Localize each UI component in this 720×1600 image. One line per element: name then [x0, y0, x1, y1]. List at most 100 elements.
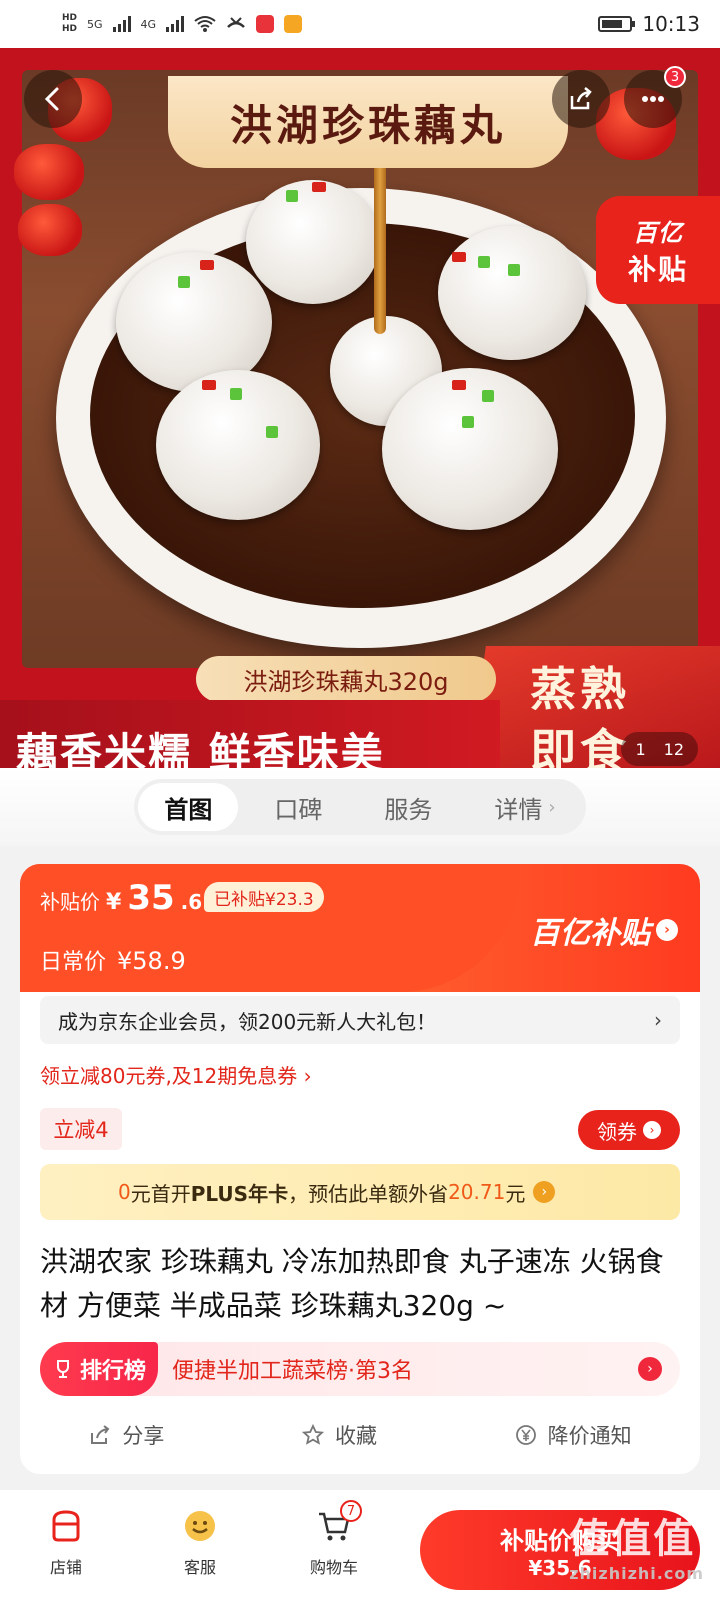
- plus-unit: 元: [505, 1181, 526, 1206]
- subsidy-stamp-line1: 百亿: [633, 218, 683, 247]
- battery-icon: [598, 16, 636, 32]
- price-alert-label: 降价通知: [547, 1424, 632, 1448]
- steam-line1: 蒸熟: [530, 662, 630, 716]
- plus-card-label: PLUS年卡: [190, 1181, 289, 1206]
- chevron-right-icon: ›: [638, 1357, 662, 1381]
- signal-icon-2: [166, 16, 185, 32]
- lantern-decoration: [14, 144, 84, 200]
- ranking-text: 便捷半加工蔬菜榜·第3名: [172, 1359, 414, 1384]
- app-notification-icon: [256, 15, 275, 33]
- cart-label: 购物车: [309, 1558, 358, 1577]
- plus-prefix: 0: [118, 1180, 131, 1204]
- subsidy-price-label: 补贴价: [40, 890, 100, 914]
- tab-reviews[interactable]: 口碑: [248, 783, 348, 831]
- get-coupon-label: 领券: [597, 1119, 637, 1144]
- wifi-icon: [194, 16, 216, 32]
- trophy-icon: [57, 1360, 69, 1378]
- more-dots-icon: [642, 96, 664, 102]
- store-label: 店铺: [49, 1558, 82, 1577]
- share-label: 分享: [122, 1424, 165, 1448]
- tab-group: 首图 口碑 服务 详情 ›: [134, 779, 586, 835]
- image-pager: 1 12: [621, 732, 698, 766]
- section-tabs: 首图 口碑 服务 详情 ›: [0, 768, 720, 846]
- weight-tag: 洪湖珍珠藕丸320g: [196, 656, 496, 702]
- customer-service-icon: [185, 1511, 215, 1541]
- chevron-right-icon: ›: [533, 1181, 556, 1203]
- watermark-text: 值值值: [569, 1516, 696, 1562]
- chevron-right-icon: ›: [654, 1008, 662, 1032]
- tab-label: 服务: [384, 795, 433, 824]
- chevron-right-icon: ›: [548, 796, 556, 818]
- pager-total: 12: [663, 739, 684, 759]
- cart-button[interactable]: 购物车 7: [284, 1500, 384, 1578]
- steam-line2: 即食: [530, 724, 630, 768]
- notification-badge: 3: [664, 66, 686, 88]
- currency-symbol: ¥: [106, 890, 122, 915]
- plus-membership-banner[interactable]: 0 元首开 PLUS年卡 ，预估此单额外省 20.71 元 ›: [40, 1164, 680, 1220]
- customer-service-button[interactable]: 客服: [150, 1506, 250, 1578]
- daily-price-label: 日常价: [40, 950, 107, 975]
- tab-service[interactable]: 服务: [358, 783, 458, 831]
- net-4g-label: 4G: [140, 17, 157, 31]
- missed-call-icon: [227, 17, 245, 28]
- chevron-right-icon: ›: [656, 919, 678, 941]
- tab-details[interactable]: 详情 ›: [468, 783, 581, 831]
- hd-label-2: HD: [62, 24, 78, 34]
- subsidy-price: 补贴价 ¥35.6: [40, 878, 202, 918]
- tab-label: 口碑: [274, 795, 323, 824]
- subsidy-brand-link[interactable]: 百亿补贴 ›: [530, 908, 678, 952]
- cart-count-badge: 7: [340, 1500, 362, 1522]
- action-row: 分享 收藏 降价通知: [20, 1410, 700, 1460]
- chevron-right-icon: ›: [643, 1121, 661, 1139]
- daily-price: 日常价 ¥58.9: [40, 944, 186, 976]
- discount-tag: 立减4: [40, 1108, 122, 1150]
- tab-label: 详情: [494, 795, 543, 824]
- signal-icon: [112, 16, 131, 32]
- rice-ball: [382, 368, 558, 530]
- plus-suffix: ，预估此单额外省: [288, 1181, 449, 1206]
- plus-middle: 元首开: [130, 1181, 191, 1206]
- share-icon: [91, 1425, 110, 1444]
- slogan-bar: 藕香米糯 鲜香味美: [0, 700, 500, 768]
- rice-ball: [246, 180, 380, 304]
- ranking-banner[interactable]: 排行榜 便捷半加工蔬菜榜·第3名 ›: [40, 1342, 680, 1396]
- favorite-action[interactable]: 收藏: [301, 1420, 377, 1450]
- subsidy-brand-label: 百亿补贴: [530, 916, 650, 951]
- enterprise-member-banner[interactable]: 成为京东企业会员，领200元新人大礼包！ ›: [40, 996, 680, 1044]
- steam-text: 蒸熟 即食: [530, 658, 630, 768]
- rice-ball: [156, 370, 320, 520]
- hero-title-banner: 洪湖珍珠藕丸: [168, 76, 568, 168]
- daily-price-value: ¥58.9: [117, 947, 186, 975]
- coupon-offer-link[interactable]: 领立减80元券,及12期免息券 ›: [40, 1060, 312, 1089]
- product-title: 洪湖农家 珍珠藕丸 冷冻加热即食 丸子速冻 火锅食材 方便菜 半成品菜 珍珠藕丸…: [40, 1245, 664, 1322]
- clock: 10:13: [642, 12, 700, 36]
- more-button[interactable]: 3: [624, 66, 686, 128]
- star-icon: [301, 1423, 325, 1445]
- tab-main-image[interactable]: 首图: [138, 783, 239, 831]
- share-action[interactable]: 分享: [88, 1420, 164, 1450]
- lantern-decoration: [18, 204, 82, 256]
- tab-label: 首图: [164, 795, 213, 824]
- favorite-label: 收藏: [334, 1424, 377, 1448]
- subsidy-stamp-line2: 补贴: [627, 252, 688, 286]
- back-button[interactable]: [24, 70, 82, 128]
- rice-ball: [438, 226, 586, 360]
- product-info-card: 补贴价 ¥35.6 已补贴¥23.3 日常价 ¥58.9 百亿补贴 › 成为京东…: [20, 864, 700, 1474]
- store-button[interactable]: 店铺: [16, 1506, 116, 1578]
- watermark: 值值值 zhizhizhi.com: [569, 1506, 704, 1583]
- price-decimal: .6: [180, 890, 203, 914]
- net-5g-label: 5G: [87, 17, 103, 31]
- price-alert-action[interactable]: 降价通知: [514, 1420, 632, 1450]
- ranking-tag-label: 排行榜: [80, 1359, 147, 1384]
- get-coupon-button[interactable]: 领券 ›: [578, 1110, 680, 1150]
- yen-coin-icon: [515, 1425, 536, 1445]
- plus-saving-amount: 20.71: [448, 1180, 506, 1204]
- watermark-url: zhizhizhi.com: [569, 1564, 704, 1583]
- hd-indicator: HD HD: [62, 13, 77, 35]
- product-hero-image[interactable]: 洪湖珍珠藕丸 3 百亿 补贴 蒸熟 即食 洪湖珍珠藕丸320g 藕香米糯 鲜香味…: [0, 48, 720, 768]
- member-banner-text: 成为京东企业会员，领200元新人大礼包！: [58, 1009, 437, 1034]
- subsidy-stamp: 百亿 补贴: [596, 196, 720, 304]
- share-button[interactable]: [552, 70, 610, 128]
- share-icon: [570, 87, 592, 110]
- hd-label-1: HD: [62, 13, 78, 23]
